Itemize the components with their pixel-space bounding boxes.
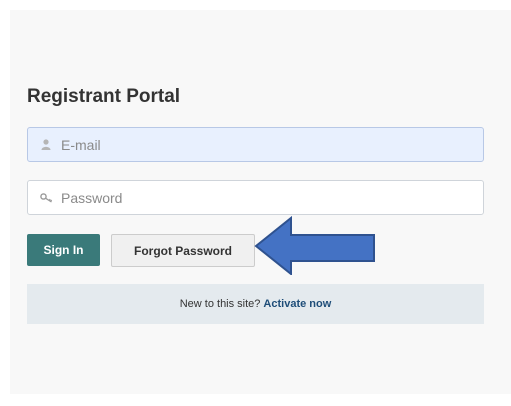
left-arrow-annotation-icon xyxy=(254,215,375,275)
register-prompt: New to this site? xyxy=(179,298,261,310)
sign-in-button[interactable]: Sign In xyxy=(27,234,100,266)
password-field[interactable] xyxy=(27,180,484,215)
activate-now-link[interactable]: Activate now xyxy=(263,298,331,310)
key-icon xyxy=(39,191,53,205)
password-input[interactable] xyxy=(61,189,461,206)
user-icon xyxy=(39,138,53,152)
register-bar: New to this site? Activate now xyxy=(27,284,484,324)
email-input[interactable] xyxy=(61,136,461,153)
forgot-password-button[interactable]: Forgot Password xyxy=(111,234,255,267)
email-field[interactable] xyxy=(27,127,484,162)
page-title: Registrant Portal xyxy=(27,86,181,107)
